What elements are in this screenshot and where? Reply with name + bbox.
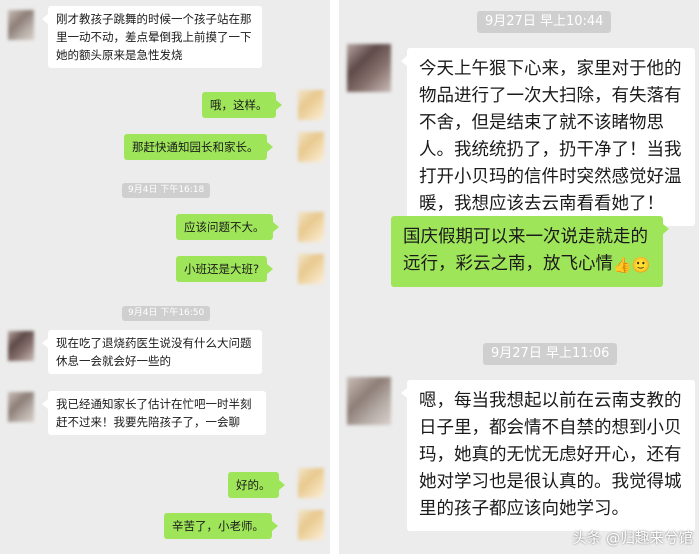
received-message: 现在吃了退烧药医生说没有什么大问题休息一会就会好一些的 [42, 330, 262, 374]
smiley-icon: 🙂 [631, 256, 651, 274]
sent-message: 哦，这样。 [202, 92, 281, 118]
timestamp: 9月4日 下午16:18 [122, 183, 211, 198]
left-chat-screenshot: 刚才教孩子跳舞的时候一个孩子站在那里一动不动，差点晕倒我上前摸了一下她的额头原来… [0, 0, 330, 554]
user-avatar[interactable] [298, 212, 324, 242]
sent-message: 辛苦了，小老师。 [164, 513, 278, 539]
timestamp: 9月27日 早上11:06 [483, 343, 618, 365]
contact-avatar[interactable] [8, 10, 34, 40]
user-avatar[interactable] [298, 132, 324, 162]
contact-avatar[interactable] [347, 377, 391, 425]
right-chat-screenshot: 9月27日 早上10:44 今天上午狠下心来，家里对于他的物品进行了一次大扫除，… [339, 0, 699, 554]
sent-message: 那赶快通知园长和家长。 [124, 134, 272, 160]
received-message: 今天上午狠下心来，家里对于他的物品进行了一次大扫除，有失落有不舍，但是结束了就不… [401, 48, 695, 226]
timestamp: 9月27日 早上10:44 [477, 11, 612, 33]
panel-divider [330, 0, 339, 554]
received-message: 刚才教孩子跳舞的时候一个孩子站在那里一动不动，差点晕倒我上前摸了一下她的额头原来… [42, 6, 262, 68]
user-avatar[interactable] [298, 468, 324, 498]
thumbs-up-icon: 👍 [613, 256, 632, 274]
received-message: 嗯，每当我想起以前在云南支教的日子里，都会情不自禁的想到小贝玛，她真的无忧无虑好… [401, 380, 695, 531]
contact-avatar[interactable] [8, 331, 34, 361]
user-avatar[interactable] [298, 510, 324, 540]
user-avatar[interactable] [298, 254, 324, 284]
received-message: 我已经通知家长了估计在忙吧一时半刻赶不过来！我要先陪孩子了，一会聊 [42, 391, 266, 435]
sent-message-text: 国庆假期可以来一次说走就走的远行，彩云之南，放飞心情 [403, 227, 648, 274]
contact-avatar[interactable] [347, 44, 391, 92]
timestamp: 9月4日 下午16:50 [122, 306, 211, 321]
watermark: 头条 @归趣来兮馆 [572, 531, 693, 547]
contact-avatar[interactable] [8, 392, 34, 422]
sent-message: 国庆假期可以来一次说走就走的远行，彩云之南，放飞心情👍🙂 [391, 216, 669, 287]
user-avatar[interactable] [298, 90, 324, 120]
sent-message: 好的。 [228, 472, 284, 498]
sent-message: 小班还是大班? [176, 256, 274, 282]
sent-message: 应该问题不大。 [176, 214, 278, 240]
